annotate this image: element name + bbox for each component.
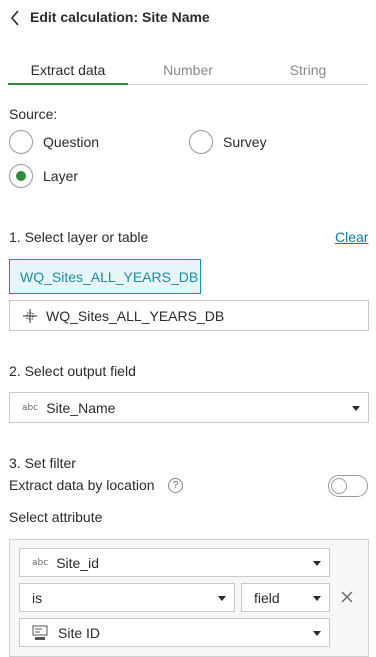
tab-bar: Extract data Number String	[8, 58, 368, 85]
tab-extract-data[interactable]: Extract data	[8, 58, 128, 85]
header: Edit calculation: Site Name	[0, 0, 376, 36]
select-attribute-label: Select attribute	[9, 509, 103, 525]
chevron-left-icon	[10, 10, 19, 26]
set-filter-heading: 3. Set filter	[9, 455, 76, 471]
selected-layer-chip[interactable]: WQ_Sites_ALL_YEARS_DB	[9, 259, 201, 294]
radio-survey-label: Survey	[223, 134, 267, 150]
layer-crosshair-icon	[23, 308, 37, 323]
radio-question[interactable]: Question	[9, 130, 99, 154]
radio-circle-checked	[9, 164, 33, 188]
help-icon[interactable]: ?	[168, 478, 183, 493]
close-icon	[341, 591, 353, 603]
source-label: Source:	[9, 106, 58, 122]
tab-number[interactable]: Number	[128, 58, 248, 84]
select-layer-heading: 1. Select layer or table	[9, 229, 149, 245]
question-select[interactable]: Site ID	[19, 618, 330, 647]
remove-filter-button[interactable]	[338, 588, 356, 606]
operator-select-value: is	[32, 589, 43, 606]
radio-circle	[189, 130, 213, 154]
caret-down-icon	[313, 595, 321, 601]
radio-layer[interactable]: Layer	[9, 164, 78, 188]
page-title: Edit calculation: Site Name	[30, 9, 210, 25]
back-button[interactable]	[6, 7, 24, 29]
select-output-heading: 2. Select output field	[9, 363, 136, 379]
text-type-icon: abc	[32, 557, 49, 568]
toggle-knob	[331, 478, 347, 494]
radio-question-label: Question	[43, 134, 100, 150]
compare-type-select[interactable]: field	[241, 583, 330, 612]
tab-string[interactable]: String	[248, 58, 368, 84]
layer-field-value: WQ_Sites_ALL_YEARS_DB	[46, 307, 225, 324]
caret-down-icon	[313, 630, 321, 636]
text-type-icon: abc	[22, 402, 39, 413]
radio-circle	[9, 130, 33, 154]
layer-field[interactable]: WQ_Sites_ALL_YEARS_DB	[9, 300, 369, 331]
radio-layer-label: Layer	[43, 168, 79, 184]
location-toggle[interactable]	[328, 475, 368, 497]
attribute-select-value: Site_id	[56, 554, 99, 571]
clear-link[interactable]: Clear	[335, 229, 368, 245]
compare-type-value: field	[254, 589, 280, 606]
operator-select[interactable]: is	[19, 583, 235, 612]
form-question-icon	[32, 625, 48, 640]
extract-by-location-label: Extract data by location	[9, 477, 155, 493]
caret-down-icon	[218, 595, 226, 601]
caret-down-icon	[313, 560, 321, 566]
attribute-select[interactable]: abc Site_id	[19, 548, 330, 577]
radio-survey[interactable]: Survey	[189, 130, 267, 154]
question-select-value: Site ID	[58, 624, 101, 641]
caret-down-icon	[352, 405, 360, 411]
output-field-select[interactable]: abc Site_Name	[9, 392, 369, 423]
output-field-value: Site_Name	[46, 399, 116, 416]
